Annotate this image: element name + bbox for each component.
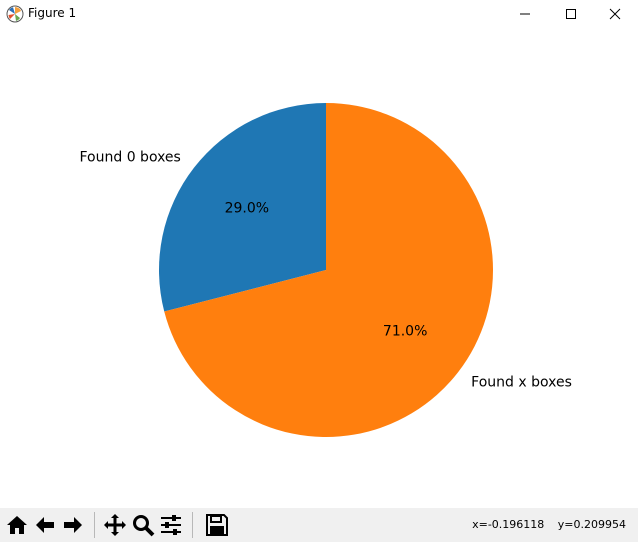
back-icon [36, 517, 54, 533]
pie-percent-label-2: 71.0% [383, 323, 427, 339]
navigation-toolbar: x=-0.196118 y=0.209954 [0, 508, 638, 542]
cursor-x-readout: x=-0.196118 [472, 518, 545, 531]
pie-percent-label-1: 29.0% [225, 201, 269, 217]
close-button[interactable] [592, 0, 638, 28]
window-title: Figure 1 [28, 6, 77, 20]
cursor-coordinates: x=-0.196118 y=0.209954 [462, 518, 626, 531]
home-icon [7, 516, 27, 534]
minimize-icon [520, 13, 530, 15]
configure-subplots-button[interactable] [157, 511, 185, 539]
forward-icon [64, 517, 82, 533]
save-button[interactable] [203, 511, 231, 539]
matplotlib-logo-icon [6, 5, 24, 23]
pie-label-1: Found 0 boxes [80, 149, 181, 165]
maximize-icon [566, 9, 576, 19]
zoom-icon [133, 515, 155, 537]
toolbar-separator [192, 512, 193, 538]
minimize-button[interactable] [502, 0, 548, 28]
pan-button[interactable] [101, 511, 129, 539]
save-icon [206, 514, 228, 536]
close-icon [609, 8, 621, 20]
pan-icon [104, 514, 126, 536]
pie-chart: Found 0 boxes 29.0% Found x boxes 71.0% [80, 103, 572, 437]
configure-subplots-icon [161, 515, 181, 535]
home-button[interactable] [3, 511, 31, 539]
cursor-y-readout: y=0.209954 [557, 518, 626, 531]
pie-label-2: Found x boxes [471, 375, 572, 391]
maximize-button[interactable] [548, 0, 594, 28]
window-titlebar: Figure 1 [0, 0, 638, 28]
zoom-button[interactable] [129, 511, 157, 539]
toolbar-separator [94, 512, 95, 538]
forward-button[interactable] [59, 511, 87, 539]
figure-canvas[interactable]: Found 0 boxes 29.0% Found x boxes 71.0% [0, 28, 638, 508]
back-button[interactable] [31, 511, 59, 539]
